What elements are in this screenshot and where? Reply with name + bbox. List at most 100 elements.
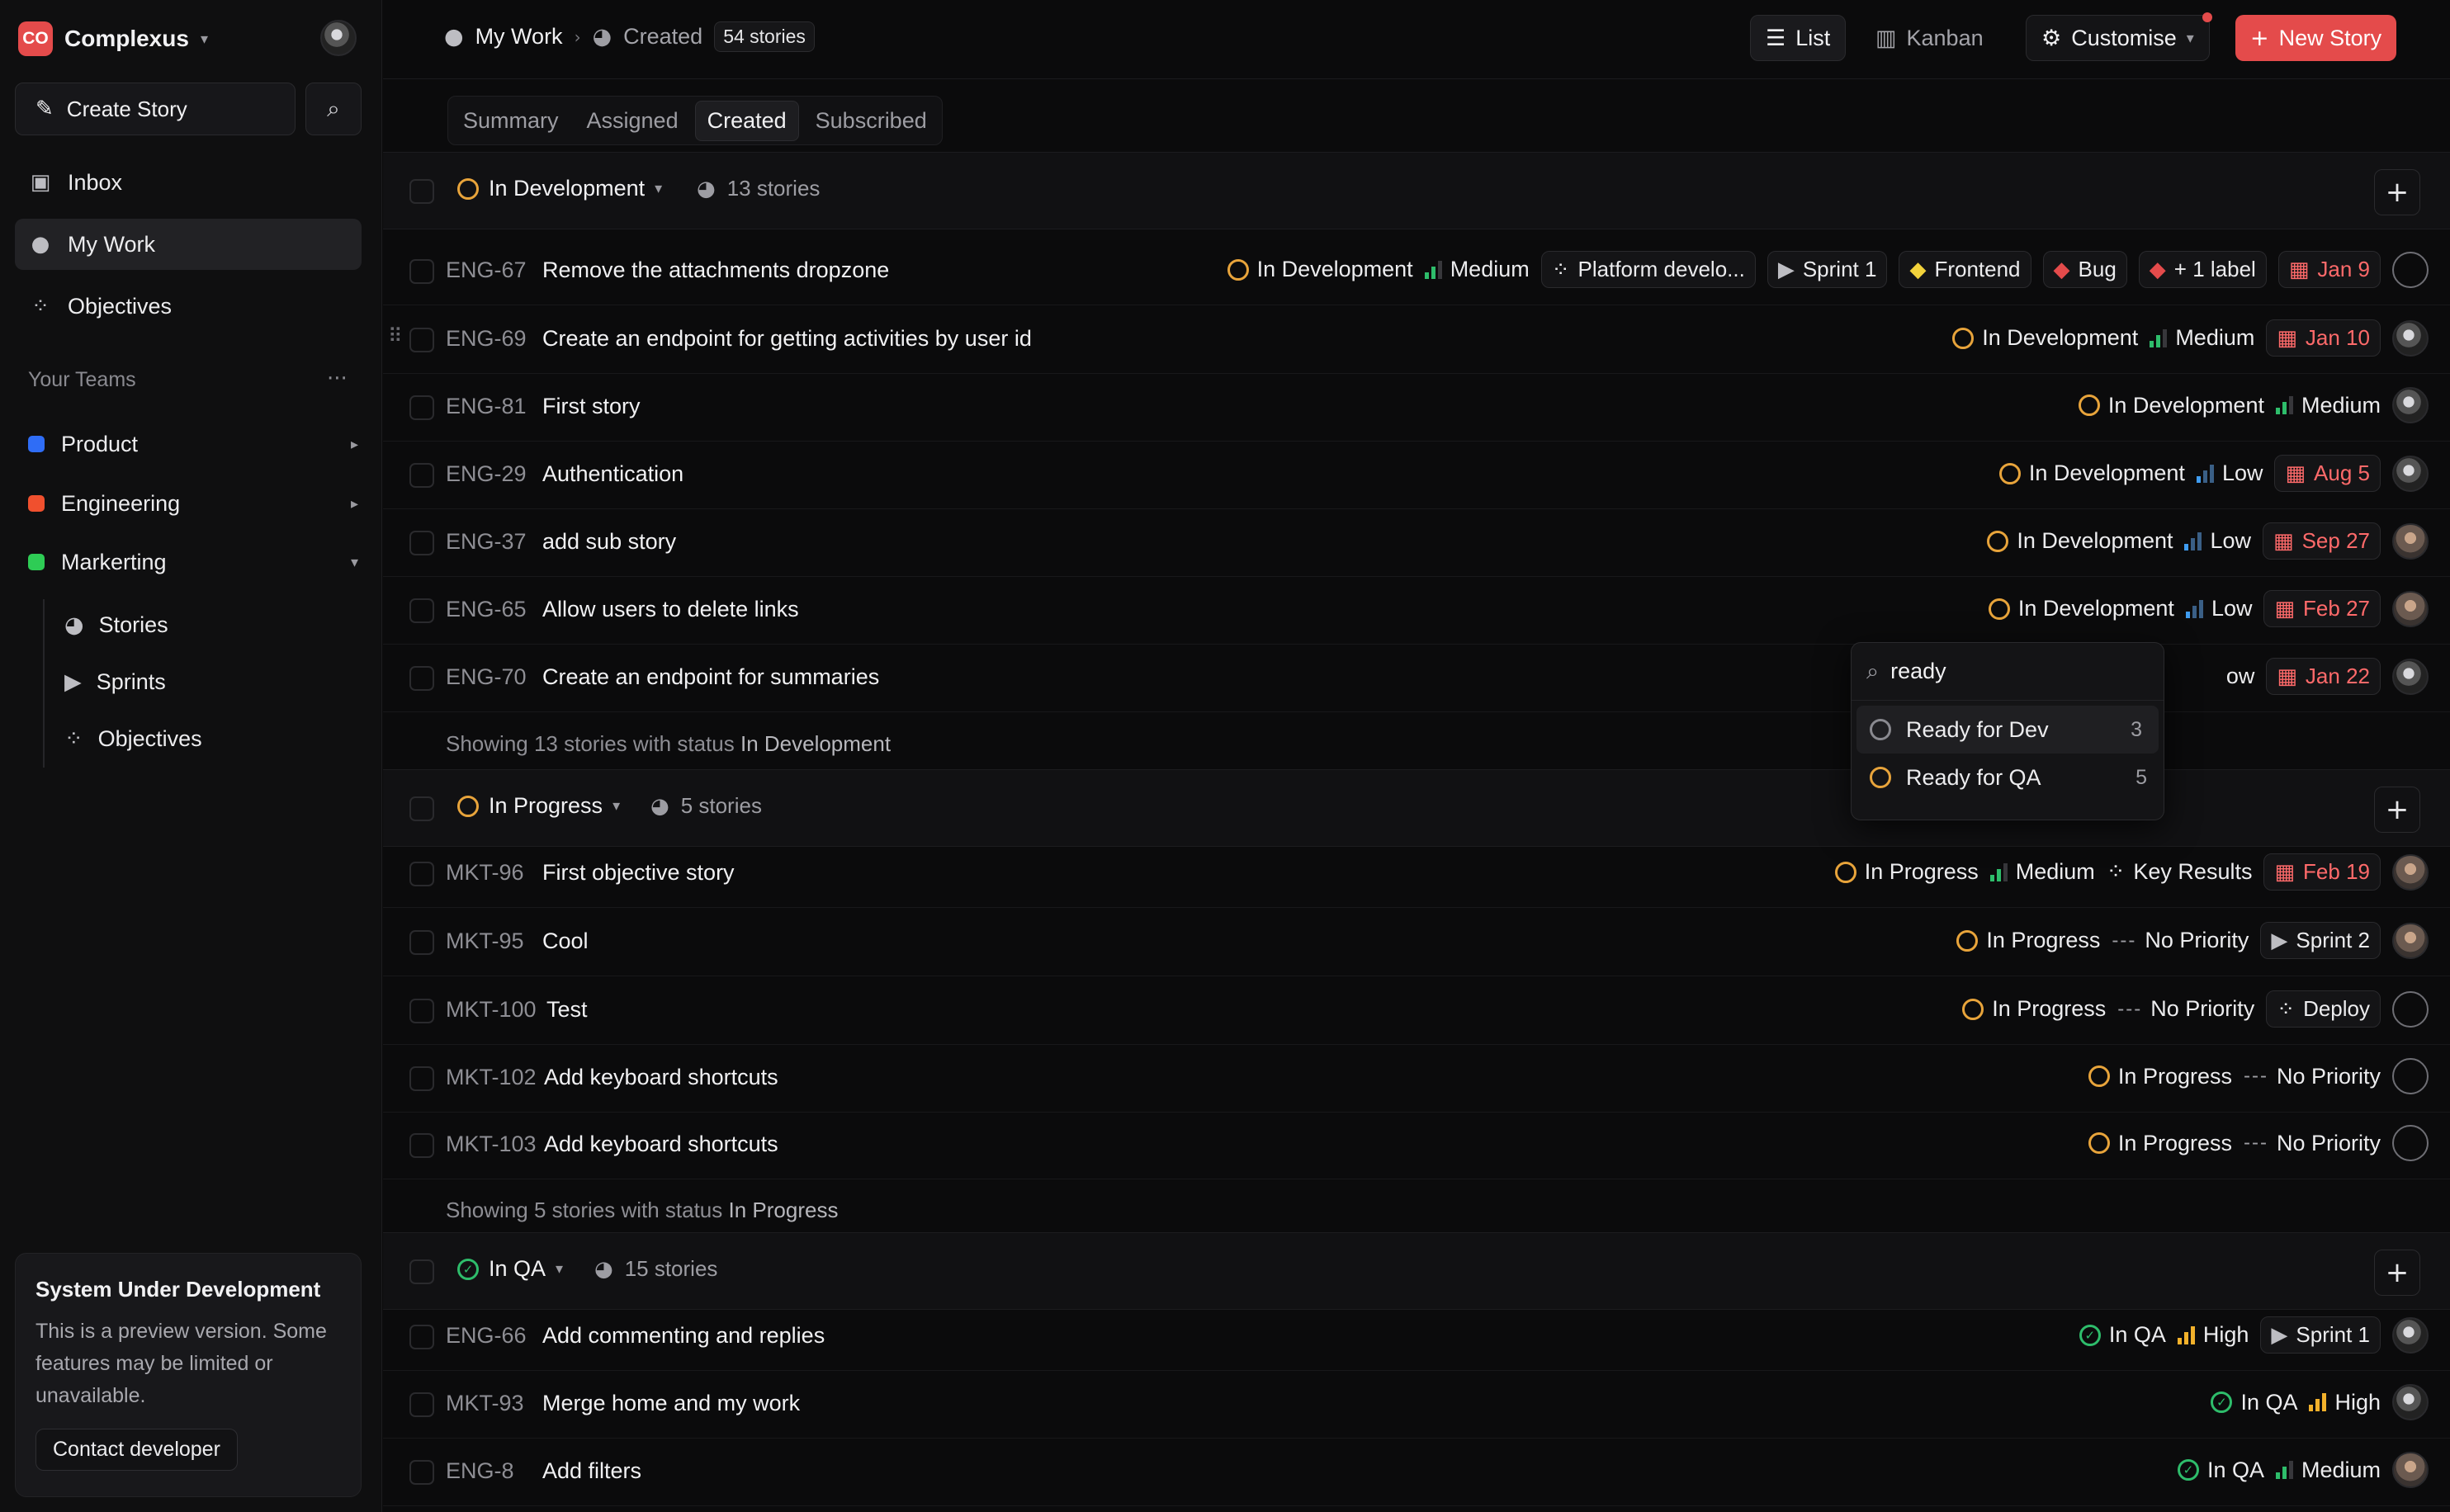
sprint-chip[interactable]: ▶ Sprint 2 bbox=[2260, 922, 2381, 959]
status-field[interactable]: In Development bbox=[1987, 528, 2173, 554]
status-field[interactable]: In Progress bbox=[1834, 859, 1979, 885]
objective-chip[interactable]: ⁘ Deploy bbox=[2266, 990, 2381, 1028]
status-field[interactable]: In Development bbox=[1227, 257, 1413, 282]
priority-field[interactable]: --- No Priority bbox=[2117, 996, 2254, 1022]
add-story-button[interactable]: + bbox=[2374, 1250, 2420, 1296]
row-checkbox[interactable] bbox=[409, 395, 434, 420]
priority-field[interactable]: Low bbox=[2185, 596, 2252, 621]
story-title[interactable]: Add filters bbox=[542, 1458, 641, 1484]
priority-field[interactable]: ow bbox=[2226, 664, 2255, 689]
due-date-chip[interactable]: ▦ Aug 5 bbox=[2274, 455, 2381, 492]
priority-field[interactable]: Medium bbox=[2275, 393, 2381, 418]
priority-field[interactable]: Medium bbox=[1989, 859, 2095, 885]
status-field[interactable]: ✓ In QA bbox=[2079, 1322, 2166, 1348]
group-checkbox[interactable] bbox=[409, 796, 434, 821]
row-checkbox[interactable] bbox=[409, 1460, 434, 1485]
sidebar-team-product[interactable]: Product ▸ bbox=[28, 419, 358, 469]
story-title[interactable]: Allow users to delete links bbox=[542, 597, 799, 622]
contact-developer-button[interactable]: Contact developer bbox=[35, 1429, 238, 1471]
customise-button[interactable]: ⚙ Customise ▾ bbox=[2026, 12, 2212, 61]
priority-field[interactable]: Low bbox=[2196, 461, 2263, 486]
table-row[interactable]: ENG-67 Remove the attachments dropzone I… bbox=[383, 238, 2450, 305]
assignee-avatar[interactable] bbox=[2392, 455, 2429, 492]
sidebar-item-my-work[interactable]: ● My Work bbox=[15, 219, 362, 270]
status-field[interactable]: In Development bbox=[1998, 461, 2185, 486]
status-field[interactable]: In Development bbox=[2078, 393, 2264, 418]
row-checkbox[interactable] bbox=[409, 930, 434, 955]
new-story-button[interactable]: + New Story bbox=[2235, 15, 2397, 61]
row-checkbox[interactable] bbox=[409, 1066, 434, 1091]
story-title[interactable]: Create an endpoint for getting activitie… bbox=[542, 326, 1032, 352]
tab-summary[interactable]: Summary bbox=[452, 102, 570, 140]
story-title[interactable]: First story bbox=[542, 394, 641, 419]
sidebar-team-engineering[interactable]: Engineering ▸ bbox=[28, 479, 358, 528]
list-view-button[interactable]: ☰ List bbox=[1750, 15, 1847, 61]
row-checkbox[interactable] bbox=[409, 999, 434, 1023]
status-field[interactable]: In Progress bbox=[2088, 1131, 2232, 1156]
assignee-avatar[interactable] bbox=[2392, 658, 2429, 695]
due-date-chip[interactable]: ▦ Jan 10 bbox=[2266, 319, 2381, 357]
table-row[interactable]: ENG-37 add sub story In Development Low … bbox=[383, 509, 2450, 577]
status-field[interactable]: In Progress bbox=[1962, 996, 2106, 1022]
assignee-avatar[interactable] bbox=[2392, 319, 2429, 357]
create-story-button[interactable]: ✎ Create Story bbox=[15, 83, 296, 135]
drag-handle-icon[interactable]: ⠿ bbox=[388, 324, 403, 347]
kanban-view-button[interactable]: ▥ Kanban bbox=[1861, 15, 1998, 61]
due-date-chip[interactable]: ▦ Jan 22 bbox=[2266, 658, 2381, 695]
row-checkbox[interactable] bbox=[409, 531, 434, 555]
assignee-avatar[interactable] bbox=[2392, 1316, 2429, 1354]
row-checkbox[interactable] bbox=[409, 666, 434, 691]
table-row[interactable]: MKT-95 Cool In Progress --- No Priority ▶… bbox=[383, 909, 2450, 976]
workspace-switcher[interactable]: CO Complexus ▾ bbox=[18, 21, 208, 56]
row-checkbox[interactable] bbox=[409, 598, 434, 623]
priority-field[interactable]: --- No Priority bbox=[2244, 1131, 2381, 1156]
sidebar-item-inbox[interactable]: ▣ Inbox bbox=[15, 157, 362, 208]
story-title[interactable]: Cool bbox=[542, 928, 589, 954]
label-chip[interactable]: ◆ Bug bbox=[2042, 251, 2127, 288]
table-row[interactable]: ENG-65 Allow users to delete links In De… bbox=[383, 577, 2450, 645]
assignee-avatar[interactable] bbox=[2392, 1452, 2429, 1488]
group-status-dropdown[interactable]: In Development ▾ bbox=[457, 176, 662, 201]
table-row[interactable]: MKT-100 Test In Progress --- No Priority … bbox=[383, 977, 2450, 1045]
story-title[interactable]: Add keyboard shortcuts bbox=[544, 1065, 778, 1090]
table-row[interactable]: ENG-8 Add filters ✓ In QA Medium bbox=[383, 1439, 2450, 1506]
table-row[interactable]: MKT-93 Merge home and my work ✓ In QA Hig… bbox=[383, 1371, 2450, 1439]
assignee-avatar[interactable] bbox=[2392, 1384, 2429, 1420]
status-field[interactable]: ✓ In QA bbox=[2177, 1458, 2264, 1483]
priority-field[interactable]: Medium bbox=[2275, 1458, 2381, 1483]
due-date-chip[interactable]: ▦ Feb 27 bbox=[2263, 590, 2381, 627]
priority-field[interactable]: High bbox=[2177, 1322, 2249, 1348]
status-option-ready-for-qa[interactable]: Ready for QA 5 bbox=[1852, 754, 2164, 801]
table-row[interactable]: ENG-81 First story In Development Medium bbox=[383, 374, 2450, 442]
status-option-ready-for-dev[interactable]: Ready for Dev 3 bbox=[1856, 706, 2159, 754]
due-date-chip[interactable]: ▦ Jan 9 bbox=[2277, 251, 2381, 288]
table-row[interactable]: ⠿ ENG-69 Create an endpoint for getting … bbox=[383, 306, 2450, 374]
search-button[interactable]: ⌕ bbox=[305, 83, 362, 135]
sprint-chip[interactable]: ▶ Sprint 1 bbox=[2260, 1316, 2381, 1354]
row-checkbox[interactable] bbox=[409, 259, 434, 284]
priority-field[interactable]: --- No Priority bbox=[2112, 928, 2249, 953]
objective-chip[interactable]: ⁘ Platform develo... bbox=[1540, 251, 1756, 288]
priority-field[interactable]: High bbox=[2309, 1390, 2381, 1415]
story-title[interactable]: Test bbox=[546, 997, 588, 1023]
sidebar-team-marketing[interactable]: Markerting ▾ bbox=[28, 537, 358, 587]
group-checkbox[interactable] bbox=[409, 179, 434, 204]
sidebar-subitem-objectives[interactable]: ⁘ Objectives bbox=[64, 714, 202, 763]
status-field[interactable]: In Progress bbox=[2088, 1064, 2232, 1089]
more-icon[interactable]: ··· bbox=[327, 366, 348, 391]
assignee-avatar[interactable] bbox=[2392, 522, 2429, 560]
story-title[interactable]: Merge home and my work bbox=[542, 1391, 800, 1416]
group-status-dropdown[interactable]: In Progress ▾ bbox=[457, 793, 620, 819]
table-row[interactable]: MKT-96 First objective story In Progress… bbox=[383, 840, 2450, 908]
priority-field[interactable]: --- No Priority bbox=[2244, 1064, 2381, 1089]
sprint-chip[interactable]: ▶ Sprint 1 bbox=[1767, 251, 1888, 288]
story-title[interactable]: Remove the attachments dropzone bbox=[542, 258, 889, 283]
due-date-chip[interactable]: ▦ Feb 19 bbox=[2263, 853, 2381, 891]
priority-field[interactable]: Low bbox=[2184, 528, 2251, 554]
group-checkbox[interactable] bbox=[409, 1259, 434, 1284]
assignee-avatar[interactable] bbox=[2392, 1125, 2429, 1161]
more-labels-chip[interactable]: ◆ + 1 label bbox=[2138, 251, 2267, 288]
table-row[interactable]: ENG-29 Authentication In Development Low… bbox=[383, 442, 2450, 509]
assignee-avatar[interactable] bbox=[2392, 853, 2429, 891]
group-status-dropdown[interactable]: ✓ In QA ▾ bbox=[457, 1256, 563, 1282]
